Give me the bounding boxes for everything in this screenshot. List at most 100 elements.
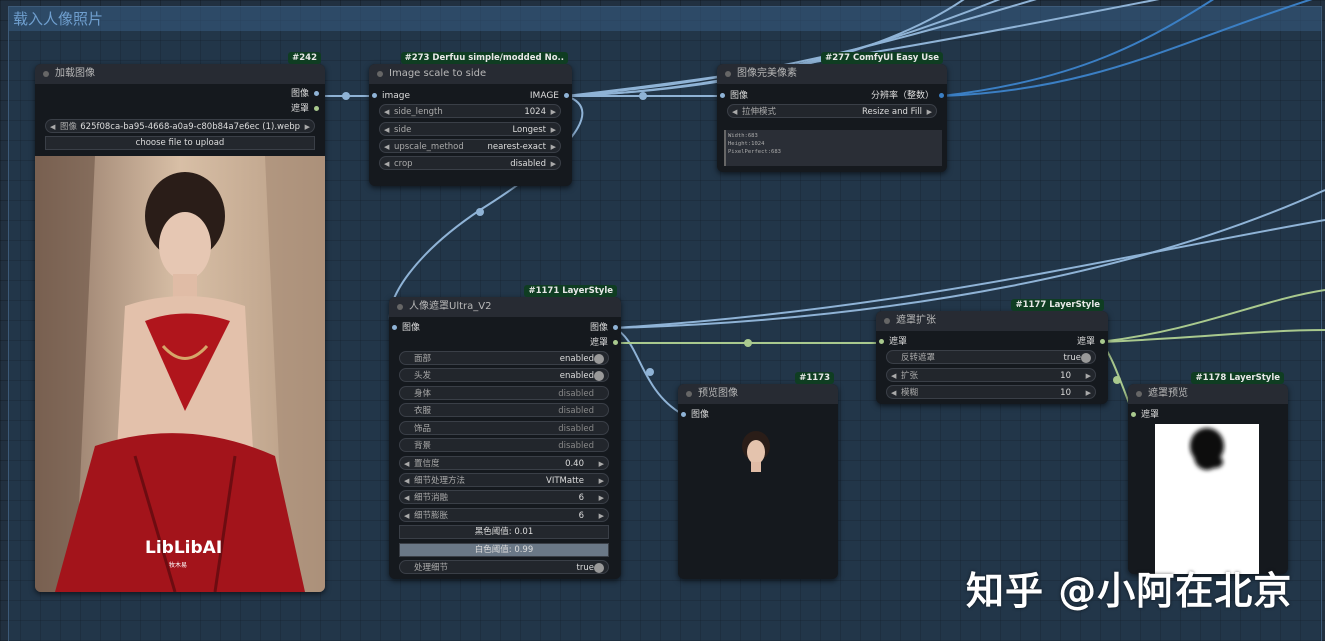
slot-dot-icon[interactable] xyxy=(1100,339,1105,344)
slot-dot-icon[interactable] xyxy=(879,339,884,344)
collapse-dot-icon[interactable] xyxy=(686,391,692,397)
toggle-knob-icon[interactable] xyxy=(594,563,604,573)
toggle-body[interactable]: 身体 disabled xyxy=(399,386,609,400)
collapse-dot-icon[interactable] xyxy=(884,318,890,324)
toggle-knob-icon[interactable] xyxy=(594,371,604,381)
slot-dot-icon[interactable] xyxy=(314,106,319,111)
upscale-method-widget[interactable]: ◀ upscale_method nearest-exact ▶ xyxy=(379,139,561,153)
slot-dot-icon[interactable] xyxy=(613,325,618,330)
toggle-clothes[interactable]: 衣服 disabled xyxy=(399,403,609,417)
arrow-left-icon[interactable]: ◀ xyxy=(384,140,389,154)
collapse-dot-icon[interactable] xyxy=(725,71,731,77)
node-title-bar[interactable]: Image scale to side xyxy=(369,64,572,84)
output-slot-mask[interactable]: 遮罩 xyxy=(590,337,618,349)
arrow-right-icon[interactable]: ▶ xyxy=(599,457,604,471)
side-widget[interactable]: ◀ side Longest ▶ xyxy=(379,122,561,136)
output-slot-resolution[interactable]: 分辨率（整数） xyxy=(871,90,944,102)
arrow-right-icon[interactable]: ▶ xyxy=(551,140,556,154)
slot-dot-icon[interactable] xyxy=(1131,412,1136,417)
collapse-dot-icon[interactable] xyxy=(43,71,49,77)
blur-widget[interactable]: ◀ 模糊 10 ▶ xyxy=(886,385,1096,399)
arrow-right-icon[interactable]: ▶ xyxy=(551,123,556,137)
arrow-left-icon[interactable]: ◀ xyxy=(404,491,409,505)
node-title-bar[interactable]: 遮罩扩张 xyxy=(876,311,1108,331)
white-threshold-slider[interactable]: 白色阈值: 0.99 xyxy=(399,543,609,557)
upload-button[interactable]: choose file to upload xyxy=(45,136,315,150)
mask-preview-node[interactable]: #1178 LayerStyle 遮罩预览 遮罩 xyxy=(1128,372,1288,574)
arrow-left-icon[interactable]: ◀ xyxy=(891,369,896,383)
arrow-left-icon[interactable]: ◀ xyxy=(404,474,409,488)
node-title-bar[interactable]: 人像遮罩Ultra_V2 xyxy=(389,297,621,317)
arrow-left-icon[interactable]: ◀ xyxy=(384,123,389,137)
widget-value: 6 xyxy=(578,511,584,521)
output-slot-image[interactable]: 图像 xyxy=(590,322,618,334)
arrow-left-icon[interactable]: ◀ xyxy=(384,157,389,171)
arrow-left-icon[interactable]: ◀ xyxy=(732,105,737,119)
arrow-right-icon[interactable]: ▶ xyxy=(551,105,556,119)
input-slot-mask[interactable]: 遮罩 xyxy=(1131,409,1159,421)
arrow-right-icon[interactable]: ▶ xyxy=(599,491,604,505)
confidence-widget[interactable]: ◀ 置信度 0.40 ▶ xyxy=(399,456,609,470)
slot-dot-icon[interactable] xyxy=(681,412,686,417)
toggle-hair[interactable]: 头发 enabled xyxy=(399,368,609,382)
mask-grow-node[interactable]: #1177 LayerStyle 遮罩扩张 遮罩 遮罩 反转遮罩 true ◀ 扩张… xyxy=(876,299,1108,404)
toggle-face[interactable]: 面部 enabled xyxy=(399,351,609,365)
slot-dot-icon[interactable] xyxy=(372,93,377,98)
process-detail-toggle[interactable]: 处理细节 true xyxy=(399,560,609,574)
image-scale-node[interactable]: #273 Derfuu simple/modded No.. Image sca… xyxy=(369,52,572,186)
arrow-right-icon[interactable]: ▶ xyxy=(305,120,310,134)
node-title-bar[interactable]: 遮罩预览 xyxy=(1128,384,1288,404)
load-image-node[interactable]: #242 加载图像 图像 遮罩 ◀ 图像 625f08ca-ba95-4668-… xyxy=(35,52,325,592)
invert-mask-toggle[interactable]: 反转遮罩 true xyxy=(886,350,1096,364)
collapse-dot-icon[interactable] xyxy=(397,304,403,310)
arrow-right-icon[interactable]: ▶ xyxy=(599,509,604,523)
output-slot-mask[interactable]: 遮罩 xyxy=(1077,336,1105,348)
slot-dot-icon[interactable] xyxy=(939,93,944,98)
input-slot-image[interactable]: 图像 xyxy=(720,90,748,102)
graph-canvas[interactable]: 载入人像照片 #242 加载图像 图像 遮罩 ◀ 图像 625f08ca-ba9… xyxy=(0,0,1325,641)
arrow-right-icon[interactable]: ▶ xyxy=(1086,386,1091,400)
output-slot-image[interactable]: IMAGE xyxy=(530,90,569,102)
arrow-right-icon[interactable]: ▶ xyxy=(1086,369,1091,383)
arrow-left-icon[interactable]: ◀ xyxy=(891,386,896,400)
arrow-left-icon[interactable]: ◀ xyxy=(404,457,409,471)
node-title-bar[interactable]: 图像完美像素 xyxy=(717,64,947,84)
input-slot-image[interactable]: image xyxy=(372,90,410,102)
node-title-bar[interactable]: 加载图像 xyxy=(35,64,325,84)
arrow-left-icon[interactable]: ◀ xyxy=(404,509,409,523)
toggle-knob-icon[interactable] xyxy=(594,354,604,364)
collapse-dot-icon[interactable] xyxy=(377,71,383,77)
crop-widget[interactable]: ◀ crop disabled ▶ xyxy=(379,156,561,170)
stretch-mode-widget[interactable]: ◀ 拉伸模式 Resize and Fill ▶ xyxy=(727,104,937,118)
slot-dot-icon[interactable] xyxy=(564,93,569,98)
slot-dot-icon[interactable] xyxy=(613,340,618,345)
arrow-left-icon[interactable]: ◀ xyxy=(50,120,55,134)
toggle-background[interactable]: 背景 disabled xyxy=(399,438,609,452)
slot-dot-icon[interactable] xyxy=(720,93,725,98)
toggle-knob-icon[interactable] xyxy=(1081,353,1091,363)
node-title-bar[interactable]: 预览图像 xyxy=(678,384,838,404)
arrow-left-icon[interactable]: ◀ xyxy=(384,105,389,119)
person-mask-node[interactable]: #1171 LayerStyle 人像遮罩Ultra_V2 图像 图像 遮罩 面… xyxy=(389,285,621,579)
detail-erode-widget[interactable]: ◀ 细节消融 6 ▶ xyxy=(399,490,609,504)
side-length-widget[interactable]: ◀ side_length 1024 ▶ xyxy=(379,104,561,118)
output-slot-image[interactable]: 图像 xyxy=(291,88,319,100)
slot-dot-icon[interactable] xyxy=(392,325,397,330)
arrow-right-icon[interactable]: ▶ xyxy=(927,105,932,119)
input-slot-mask[interactable]: 遮罩 xyxy=(879,336,907,348)
image-select-widget[interactable]: ◀ 图像 625f08ca-ba95-4668-a0a9-c80b84a7e6e… xyxy=(45,119,315,133)
output-slot-mask[interactable]: 遮罩 xyxy=(291,103,319,115)
grow-widget[interactable]: ◀ 扩张 10 ▶ xyxy=(886,368,1096,382)
arrow-right-icon[interactable]: ▶ xyxy=(551,157,556,171)
pixel-perfect-node[interactable]: #277 ComfyUI Easy Use 图像完美像素 图像 分辨率（整数） … xyxy=(717,52,947,172)
input-slot-image[interactable]: 图像 xyxy=(681,409,709,421)
black-threshold-slider[interactable]: 黑色阈值: 0.01 xyxy=(399,525,609,539)
arrow-right-icon[interactable]: ▶ xyxy=(599,474,604,488)
collapse-dot-icon[interactable] xyxy=(1136,391,1142,397)
detail-dilate-widget[interactable]: ◀ 细节膨胀 6 ▶ xyxy=(399,508,609,522)
slot-dot-icon[interactable] xyxy=(314,91,319,96)
preview-image-node[interactable]: #1173 预览图像 图像 xyxy=(678,372,838,579)
input-slot-image[interactable]: 图像 xyxy=(392,322,420,334)
toggle-accessories[interactable]: 饰品 disabled xyxy=(399,421,609,435)
detail-method-widget[interactable]: ◀ 细节处理方法 VITMatte ▶ xyxy=(399,473,609,487)
